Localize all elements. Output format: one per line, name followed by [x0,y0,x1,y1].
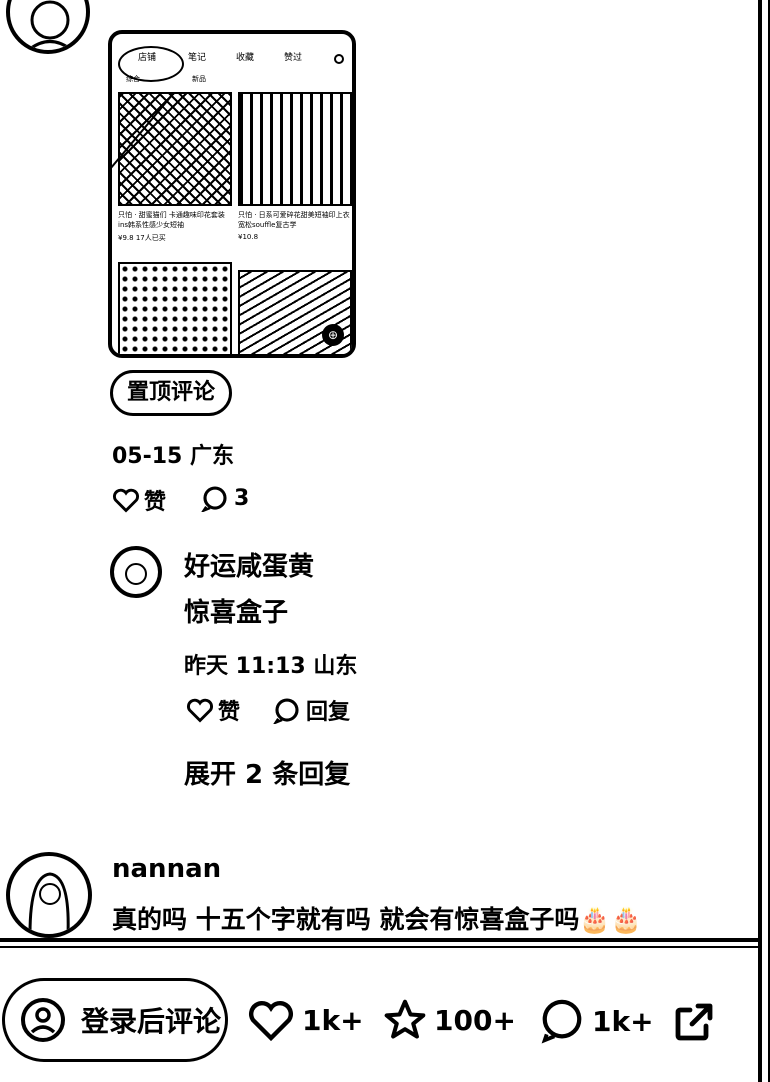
cart-icon: ⊕ [322,324,344,346]
like-label: 赞 [144,490,167,515]
like-count: 1k+ [302,1003,364,1037]
shot-tab: 笔记 [188,53,207,63]
like-button[interactable]: 赞 [112,484,166,516]
comment-icon [541,999,582,1044]
divider [0,946,762,948]
shot-tab: 店铺 [138,53,157,63]
avatar[interactable] [6,852,92,938]
comment-icon [201,486,227,512]
shot-tab: 收藏 [236,53,255,63]
shot-subtab: 新品 [192,75,206,83]
comment-icon [273,698,299,724]
comment-username[interactable]: nannan [112,854,221,884]
heart-icon [112,488,140,513]
shot-tab-bar: 店铺 笔记 收藏 赞过 [112,42,352,82]
comment-meta: 05-15 广东 [112,444,235,469]
pinned-badge: 置顶评论 [110,370,233,416]
login-to-comment-button[interactable]: 登录后评论 [2,978,228,1062]
product-caption: 只怕 · 甜蜜猫们 卡通趣味印花套装ins韩系性感少女短袖 [118,211,225,229]
heart-icon [249,1000,293,1042]
avatar[interactable] [110,546,162,598]
comment-text: 真的吗 十五个字就有吗 就会有惊喜盒子吗🎂🎂 [112,905,642,934]
product-price: ¥9.8 17人已买 [118,234,166,242]
like-label: 赞 [218,700,241,725]
reply-label: 回复 [306,700,351,725]
heart-icon [186,698,214,723]
divider [0,938,762,942]
product-price: ¥10.8 [238,233,259,241]
reply-text: 惊喜盒子 [184,598,289,628]
reply-count: 3 [234,485,250,511]
like-count-button[interactable]: 1k+ [246,998,364,1042]
reply-username[interactable]: 好运咸蛋黄 [184,546,314,583]
shot-product-card: 只怕 · 日系可爱碎花甜美短袖印上衣宽松souffle复古学 ¥10.8 [238,92,352,241]
user-icon [21,998,65,1042]
shot-product-card: 只怕 · 甜蜜猫们 卡通趣味印花套装ins韩系性感少女短袖 ¥9.8 17人已买 [118,92,232,243]
login-label: 登录后评论 [81,1005,222,1038]
product-image [118,262,232,354]
share-icon [675,1003,713,1041]
shot-product-card [118,262,232,354]
product-image [118,92,232,206]
reply-count-button[interactable]: 3 [200,484,249,512]
avatar[interactable] [6,0,90,54]
favorite-count: 100+ [434,1003,516,1037]
shot-subtab: 综合 [126,75,140,83]
like-button[interactable]: 赞 [186,694,240,726]
search-icon [334,54,344,64]
reply-meta: 昨天 11:13 山东 [184,654,358,679]
star-icon [384,999,426,1039]
expand-replies-button[interactable]: 展开 2 条回复 [184,754,350,791]
comment-image[interactable]: 店铺 笔记 收藏 赞过 综合 新品 只怕 · 甜蜜猫们 卡通趣味印花套装ins韩… [108,30,356,358]
product-image [238,92,352,206]
shot-tab: 赞过 [284,53,303,63]
product-caption: 只怕 · 日系可爱碎花甜美短袖印上衣宽松souffle复古学 [238,211,350,229]
bottom-bar: 登录后评论 1k+ 100+ 1k+ [0,960,760,1070]
favorite-count-button[interactable]: 100+ [382,998,516,1042]
comment-count-button[interactable]: 1k+ [538,998,654,1044]
reply-button[interactable]: 回复 [272,694,350,726]
frame-edge [758,0,762,1082]
comment-count: 1k+ [592,1004,654,1038]
share-button[interactable] [670,998,718,1046]
